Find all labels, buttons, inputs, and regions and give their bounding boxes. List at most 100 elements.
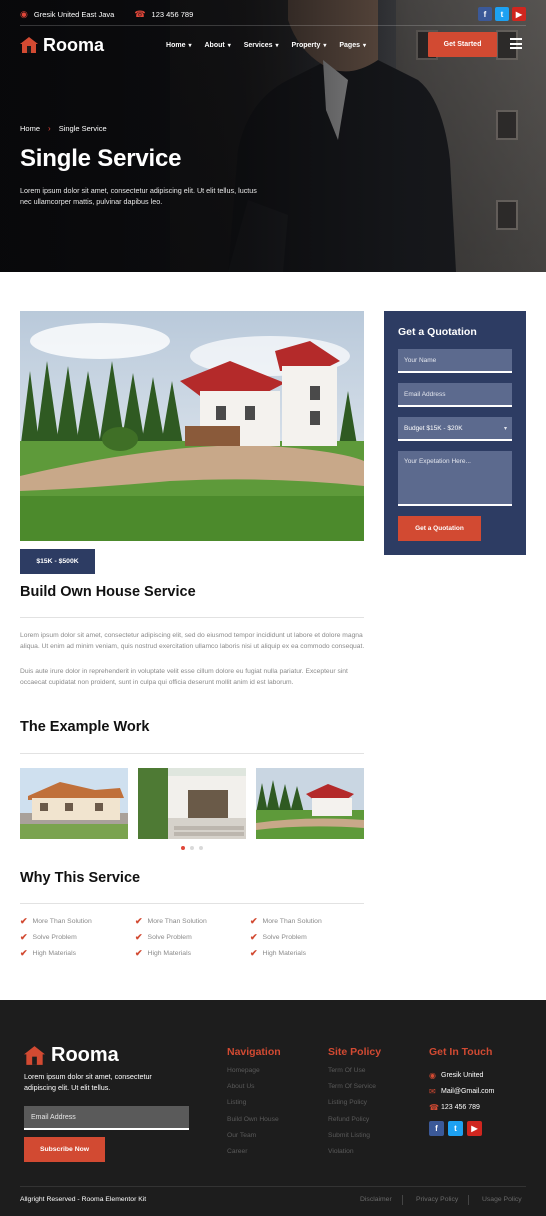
why-service-title: Why This Service: [20, 870, 141, 886]
breadcrumb-current: Single Service: [58, 124, 107, 133]
hamburger-menu-icon[interactable]: [510, 38, 522, 49]
footer-logo[interactable]: Rooma: [24, 1044, 119, 1067]
divider: [20, 903, 364, 904]
footer-link[interactable]: Build Own House: [227, 1116, 281, 1132]
service-main-image: [20, 311, 364, 541]
feature-item: ✔ More Than Solution: [20, 916, 92, 926]
footer-link[interactable]: Our Team: [227, 1132, 281, 1148]
footer-contact: Get In Touch ◉ Gresik United ✉ Mail@Gmail.…: [429, 1046, 494, 1136]
mail-icon: ✉: [429, 1086, 436, 1096]
topbar-phone: 123 456 789: [151, 9, 194, 19]
disclaimer-link[interactable]: Disclaimer: [360, 1196, 392, 1203]
nav-item-services[interactable]: Services ▾: [244, 42, 279, 49]
chevron-down-icon: ▾: [362, 42, 366, 49]
location-pin-icon: ◉: [20, 8, 28, 19]
feature-item: ✔ Solve Problem: [250, 932, 307, 942]
checkmark-icon: ✔: [20, 932, 28, 942]
contact-address: ◉ Gresik United: [429, 1070, 484, 1080]
quotation-title: Get a Quotation: [398, 326, 477, 338]
footer-heading: Navigation: [227, 1046, 281, 1058]
feature-item: ✔ High Materials: [20, 948, 76, 958]
subscribe-button[interactable]: Subscribe Now: [24, 1137, 105, 1162]
hero-section: ◉ Gresik United East Java ☎ 123 456 789 …: [0, 0, 546, 272]
carousel-dot-2[interactable]: [190, 846, 194, 850]
service-paragraph-1: Lorem ipsum dolor sit amet, consectetur …: [20, 632, 365, 650]
facebook-icon[interactable]: f: [478, 7, 492, 21]
email-input[interactable]: Email Address: [398, 383, 512, 407]
chevron-down-icon: ▾: [323, 42, 327, 49]
footer-link[interactable]: Term Of Use: [328, 1067, 381, 1083]
brand-name: Rooma: [43, 34, 105, 55]
footer-link[interactable]: About Us: [227, 1083, 281, 1099]
chevron-down-icon: ▾: [227, 42, 231, 49]
example-work-title: The Example Work: [20, 719, 150, 735]
divider: [468, 1195, 469, 1205]
facebook-icon[interactable]: f: [429, 1120, 444, 1136]
carousel-dot-1[interactable]: [181, 846, 185, 850]
chevron-down-icon: ▾: [275, 42, 279, 49]
get-quotation-button[interactable]: Get a Quotation: [398, 516, 481, 541]
name-input[interactable]: Your Name: [398, 349, 512, 373]
divider: [402, 1195, 403, 1205]
footer-link[interactable]: Submit Listing: [328, 1132, 381, 1148]
footer-site-policy: Site Policy Term Of Use Term Of Service …: [328, 1046, 381, 1164]
gallery-image-1[interactable]: [20, 768, 128, 839]
checkmark-icon: ✔: [20, 948, 28, 958]
footer-link[interactable]: Listing: [227, 1099, 281, 1115]
checkmark-icon: ✔: [20, 916, 28, 926]
nav-item-pages[interactable]: Pages ▾: [339, 42, 366, 49]
checkmark-icon: ✔: [250, 948, 258, 958]
twitter-icon[interactable]: t: [495, 7, 509, 21]
footer-link[interactable]: Term Of Service: [328, 1083, 381, 1099]
caret-down-icon: ▾: [503, 425, 507, 432]
youtube-icon[interactable]: ▶: [512, 7, 526, 21]
footer-link[interactable]: Homepage: [227, 1067, 281, 1083]
main-nav: Rooma Home ▾ About ▾ Services ▾ Property ▾ P…: [20, 32, 526, 58]
copyright-text: Allgright Reserved - Rooma Elementor Kit: [20, 1196, 147, 1203]
nav-item-property[interactable]: Property ▾: [292, 42, 327, 49]
footer-brand-name: Rooma: [51, 1044, 119, 1066]
feature-item: ✔ More Than Solution: [135, 916, 207, 926]
privacy-policy-link[interactable]: Privacy Policy: [416, 1196, 458, 1203]
footer-link[interactable]: Refund Policy: [328, 1116, 381, 1132]
footer-navigation: Navigation Homepage About Us Listing Bui…: [227, 1046, 281, 1164]
nav-item-about[interactable]: About ▾: [204, 42, 230, 49]
chevron-right-icon: ›: [48, 124, 51, 133]
gallery-image-2[interactable]: [138, 768, 246, 839]
footer-link[interactable]: Listing Policy: [328, 1099, 381, 1115]
footer-link[interactable]: Violation: [328, 1148, 381, 1164]
topbar: ◉ Gresik United East Java ☎ 123 456 789 …: [20, 6, 526, 22]
message-textarea[interactable]: Your Expetation Here...: [398, 451, 512, 506]
carousel-pagination: [181, 846, 203, 850]
brand-logo[interactable]: Rooma: [20, 35, 104, 56]
footer: Rooma Lorem ipsum dolor sit amet, consec…: [0, 1000, 546, 1216]
topbar-social: f t ▶: [478, 7, 526, 21]
breadcrumb-home[interactable]: Home: [20, 124, 40, 133]
footer-description: Lorem ipsum dolor sit amet, consectetur …: [24, 1072, 152, 1092]
budget-select[interactable]: Budget $15K - $20K ▾: [398, 417, 512, 441]
nav-item-home[interactable]: Home ▾: [166, 42, 191, 49]
quotation-form: Get a Quotation Your Name Email Address …: [384, 311, 526, 555]
get-started-button[interactable]: Get Started: [428, 32, 497, 57]
feature-item: ✔ High Materials: [250, 948, 306, 958]
gallery-image-3[interactable]: [256, 768, 364, 839]
carousel-dot-3[interactable]: [199, 846, 203, 850]
footer-link[interactable]: Career: [227, 1148, 281, 1164]
contact-phone[interactable]: ☎ 123 456 789: [429, 1100, 494, 1116]
contact-email[interactable]: ✉ Mail@Gmail.com: [429, 1083, 494, 1099]
location-pin-icon: ◉: [429, 1070, 436, 1080]
youtube-icon[interactable]: ▶: [467, 1120, 482, 1136]
service-paragraph-2: Duis aute irure dolor in reprehenderit i…: [20, 668, 348, 686]
checkmark-icon: ✔: [250, 916, 258, 926]
usage-policy-link[interactable]: Usage Policy: [482, 1196, 522, 1203]
phone-icon: ☎: [134, 8, 146, 19]
budget-select-value: Budget $15K - $20K: [404, 424, 463, 432]
newsletter-email-input[interactable]: Email Address: [24, 1106, 189, 1130]
feature-item: ✔ Solve Problem: [20, 932, 77, 942]
topbar-address: Gresik United East Java: [33, 9, 115, 19]
checkmark-icon: ✔: [135, 948, 143, 958]
twitter-icon[interactable]: t: [448, 1120, 463, 1136]
topbar-divider: [20, 25, 526, 26]
feature-checklist: ✔ More Than Solution ✔ More Than Solution …: [20, 916, 364, 958]
feature-item: ✔ High Materials: [135, 948, 191, 958]
